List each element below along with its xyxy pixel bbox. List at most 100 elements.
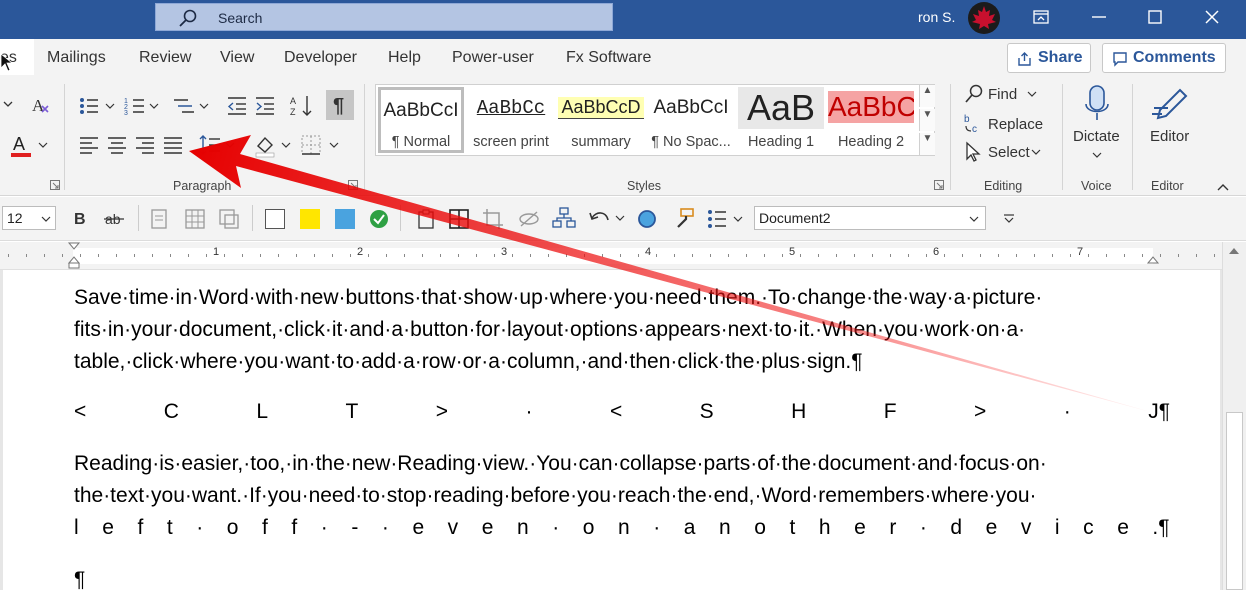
ribbon-display-options-button[interactable] — [1012, 0, 1070, 36]
select-cursor-icon — [966, 141, 981, 162]
font-size-select[interactable]: 12 — [2, 206, 56, 230]
svg-text:A: A — [290, 96, 296, 106]
multilevel-list-icon[interactable] — [172, 96, 212, 116]
style-screen-print[interactable]: AaBbCc screen print — [468, 87, 554, 153]
align-right-icon[interactable] — [134, 136, 156, 154]
crop-icon[interactable] — [482, 208, 504, 230]
gallery-scroll-down[interactable]: ▼ — [919, 109, 935, 131]
tab-help[interactable]: Help — [388, 49, 421, 67]
horizontal-ruler[interactable]: 1 2 3 4 5 6 7 — [0, 242, 1222, 270]
decrease-indent-icon[interactable] — [226, 96, 248, 116]
style-heading-1[interactable]: AaB Heading 1 — [738, 87, 824, 153]
indent-marker-icon[interactable] — [67, 242, 81, 270]
select-label: Select — [988, 144, 1030, 161]
insert-table-icon[interactable] — [448, 208, 470, 230]
group-separator — [364, 84, 365, 190]
ruler-tick — [170, 254, 171, 257]
chevron-down-icon[interactable] — [38, 140, 48, 150]
document-select[interactable]: Document2 — [754, 206, 986, 230]
ruler-tick — [710, 254, 711, 257]
bold-icon[interactable]: B — [72, 209, 90, 229]
ruler-tick — [548, 254, 549, 257]
clear-formatting-icon[interactable]: A — [30, 94, 52, 116]
increase-indent-icon[interactable] — [254, 96, 276, 116]
format-painter-icon[interactable] — [672, 207, 696, 231]
table-properties-icon[interactable] — [218, 208, 240, 230]
tab-developer[interactable]: Developer — [284, 49, 357, 67]
align-center-icon[interactable] — [106, 136, 128, 154]
org-chart-icon[interactable] — [552, 206, 576, 230]
dialog-launcher-icon[interactable] — [50, 180, 60, 190]
chevron-down-icon — [41, 216, 51, 222]
search-box[interactable]: Search — [155, 3, 613, 31]
justify-icon[interactable] — [162, 136, 184, 154]
bullets-icon[interactable] — [78, 96, 118, 116]
customize-toolbar-icon[interactable] — [1002, 213, 1016, 225]
ruler-tick — [1142, 254, 1143, 257]
vertical-scrollbar[interactable] — [1222, 242, 1246, 590]
style-normal[interactable]: AaBbCcI ¶ Normal — [378, 87, 464, 153]
circle-shape-icon[interactable] — [636, 208, 658, 230]
tab-fx-software[interactable]: Fx Software — [566, 49, 651, 67]
sort-icon[interactable]: AZ — [290, 94, 314, 118]
user-name[interactable]: ron S. — [918, 9, 955, 25]
undo-icon[interactable] — [588, 208, 626, 230]
gallery-more[interactable]: ▼ — [919, 133, 935, 155]
maximize-button[interactable] — [1126, 0, 1184, 36]
hide-icon[interactable] — [518, 208, 540, 230]
line-spacing-icon[interactable] — [198, 134, 236, 156]
clipboard-icon[interactable] — [415, 208, 437, 230]
table-icon[interactable] — [184, 208, 206, 230]
share-button[interactable]: Share — [1007, 43, 1091, 73]
right-indent-marker-icon[interactable] — [1146, 251, 1160, 265]
show-formatting-toggle[interactable]: ¶ — [326, 90, 354, 120]
share-icon — [1018, 52, 1031, 66]
justified-char: e — [985, 516, 998, 539]
green-check-icon[interactable] — [368, 208, 390, 230]
yellow-swatch[interactable] — [300, 209, 320, 229]
no-fill-swatch[interactable] — [265, 209, 285, 229]
numbering-icon[interactable]: 123 — [124, 96, 164, 116]
ruler-tick — [440, 254, 441, 257]
toolbar-separator — [400, 205, 401, 231]
tab-power-user[interactable]: Power-user — [452, 49, 534, 67]
dialog-launcher-icon[interactable] — [348, 180, 358, 190]
avatar[interactable] — [968, 2, 1000, 34]
scrollbar-thumb[interactable] — [1226, 412, 1243, 590]
minimize-button[interactable] — [1070, 0, 1128, 36]
collapse-ribbon-icon[interactable] — [1216, 182, 1230, 192]
tab-mailings[interactable]: Mailings — [47, 49, 106, 67]
bulleted-list-icon[interactable] — [706, 208, 746, 230]
styles-gallery[interactable]: AaBbCcI ¶ Normal AaBbCc screen print AaB… — [375, 84, 935, 156]
shading-icon[interactable] — [254, 134, 294, 158]
chevron-down-icon[interactable] — [2, 96, 14, 112]
svg-text:b: b — [964, 114, 970, 125]
font-color-icon[interactable]: A — [10, 134, 34, 160]
document-page[interactable]: Save·time·in·Word·with·new·buttons·that·… — [3, 270, 1220, 590]
justified-char: e — [102, 516, 114, 539]
blue-swatch[interactable] — [335, 209, 355, 229]
style-no-spacing[interactable]: AaBbCcI ¶ No Spac... — [648, 87, 734, 153]
strikethrough-icon[interactable]: ab — [104, 209, 128, 229]
gallery-scroll-up[interactable]: ▲ — [919, 85, 935, 107]
justified-char: d — [950, 516, 963, 539]
style-summary[interactable]: AaBbCcD summary — [558, 87, 644, 153]
style-name: ¶ Normal — [391, 134, 451, 150]
close-button[interactable] — [1184, 0, 1242, 36]
dialog-launcher-icon[interactable] — [934, 180, 944, 190]
ruler-tick — [764, 254, 765, 257]
tab-view[interactable]: View — [220, 49, 254, 67]
style-heading-2[interactable]: AaBbC Heading 2 — [828, 87, 914, 153]
tab-review[interactable]: Review — [139, 49, 191, 67]
borders-icon[interactable] — [300, 134, 342, 156]
group-separator — [64, 84, 65, 190]
justified-char: e — [481, 516, 494, 539]
ruler-tick — [836, 254, 837, 257]
ribbon: A A 123 AZ ¶ Paragraph AaBbCcI ¶ Normal … — [0, 78, 1246, 196]
align-left-icon[interactable] — [78, 136, 100, 154]
scroll-up-icon[interactable] — [1228, 246, 1240, 256]
comments-button[interactable]: Comments — [1102, 43, 1226, 73]
justified-char: e — [412, 516, 425, 539]
ruler-tick — [962, 254, 963, 257]
paste-text-icon[interactable] — [148, 207, 170, 231]
